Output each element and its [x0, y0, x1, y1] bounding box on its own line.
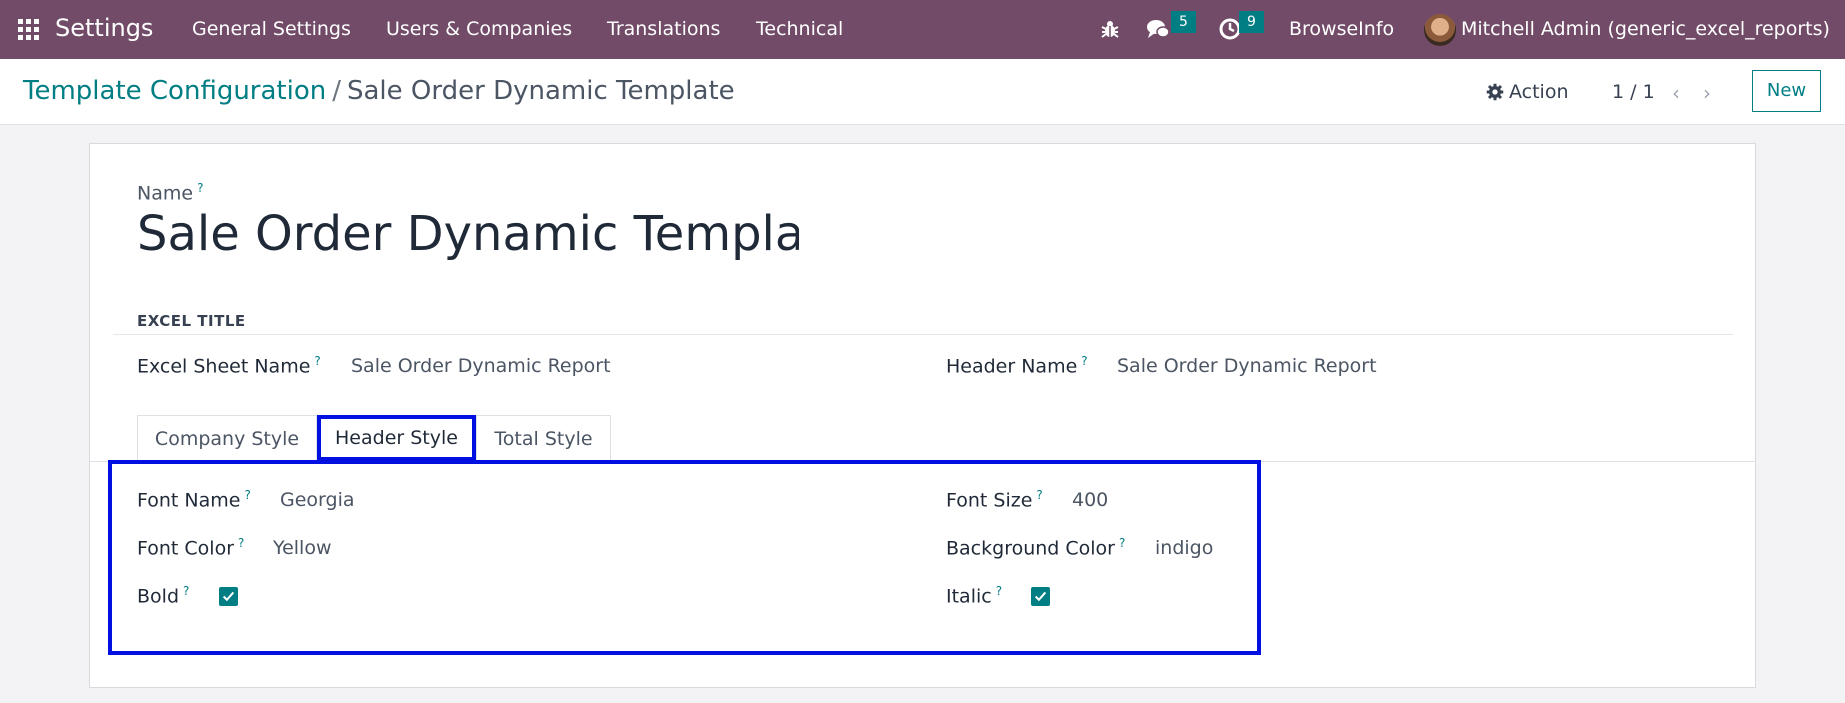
form-sheet: Name? Sale Order Dynamic Template EXCEL …	[89, 143, 1756, 688]
gear-icon	[1486, 83, 1504, 101]
italic-label: Italic?	[946, 584, 1003, 608]
background-color-label: Background Color?	[946, 536, 1126, 560]
pager-next-icon[interactable]: ›	[1703, 81, 1711, 105]
font-size-help-icon[interactable]: ?	[1036, 488, 1042, 502]
tab-company-style[interactable]: Company Style	[137, 415, 317, 461]
new-record-button[interactable]: New	[1752, 70, 1821, 112]
font-color-help-icon[interactable]: ?	[238, 536, 244, 550]
action-menu-button[interactable]: Action	[1486, 81, 1569, 103]
italic-checkbox[interactable]	[1031, 587, 1050, 606]
breadcrumb-separator: /	[332, 76, 341, 106]
font-size-field[interactable]: 400	[1072, 489, 1108, 511]
font-size-label: Font Size?	[946, 488, 1043, 512]
name-help-icon[interactable]: ?	[197, 181, 203, 195]
pager-value[interactable]: 1 / 1	[1612, 81, 1655, 103]
checkmark-icon	[1034, 591, 1047, 602]
background-color-field[interactable]: indigo	[1155, 537, 1213, 559]
control-panel: Template Configuration / Sale Order Dynami…	[0, 59, 1845, 125]
font-name-help-icon[interactable]: ?	[244, 488, 250, 502]
excel-sheet-name-help-icon[interactable]: ?	[314, 354, 320, 368]
bug-icon[interactable]	[1098, 17, 1122, 41]
section-title-excel: EXCEL TITLE	[137, 312, 246, 330]
header-name-label: Header Name?	[946, 354, 1088, 378]
font-name-field[interactable]: Georgia	[280, 489, 355, 511]
breadcrumb-parent-link[interactable]: Template Configuration	[23, 76, 326, 106]
checkmark-icon	[222, 591, 235, 602]
breadcrumb-current: Sale Order Dynamic Template	[347, 76, 735, 106]
tab-total-style[interactable]: Total Style	[476, 415, 611, 461]
messages-icon[interactable]	[1146, 17, 1170, 41]
section-divider	[113, 334, 1733, 335]
breadcrumb: Template Configuration / Sale Order Dynami…	[23, 76, 735, 106]
user-menu[interactable]: Mitchell Admin (generic_excel_reports)	[1461, 18, 1830, 40]
user-avatar[interactable]	[1424, 14, 1456, 46]
top-navbar: Settings General Settings Users & Compan…	[0, 0, 1845, 59]
action-label: Action	[1509, 81, 1569, 103]
activities-badge: 9	[1239, 11, 1264, 33]
tab-header-style[interactable]: Header Style	[317, 415, 476, 461]
bold-help-icon[interactable]: ?	[183, 584, 189, 598]
app-brand[interactable]: Settings	[55, 14, 153, 42]
company-switcher[interactable]: BrowseInfo	[1289, 18, 1394, 40]
italic-help-icon[interactable]: ?	[996, 584, 1002, 598]
apps-grid-icon[interactable]	[18, 19, 39, 40]
name-field[interactable]: Sale Order Dynamic Template	[137, 206, 799, 266]
header-name-help-icon[interactable]: ?	[1081, 354, 1087, 368]
header-name-field[interactable]: Sale Order Dynamic Report	[1117, 355, 1377, 377]
messages-badge: 5	[1171, 11, 1196, 33]
bold-checkbox[interactable]	[219, 587, 238, 606]
font-name-label: Font Name?	[137, 488, 251, 512]
font-color-field[interactable]: Yellow	[273, 537, 332, 559]
name-label: Name?	[137, 181, 204, 205]
font-color-label: Font Color?	[137, 536, 245, 560]
menu-technical[interactable]: Technical	[756, 18, 843, 40]
pager-previous-icon[interactable]: ‹	[1672, 81, 1680, 105]
excel-sheet-name-label: Excel Sheet Name?	[137, 354, 321, 378]
menu-users-companies[interactable]: Users & Companies	[386, 18, 572, 40]
background-color-help-icon[interactable]: ?	[1119, 536, 1125, 550]
menu-general-settings[interactable]: General Settings	[192, 18, 351, 40]
menu-translations[interactable]: Translations	[607, 18, 720, 40]
bold-label: Bold?	[137, 584, 190, 608]
excel-sheet-name-field[interactable]: Sale Order Dynamic Report	[351, 355, 611, 377]
